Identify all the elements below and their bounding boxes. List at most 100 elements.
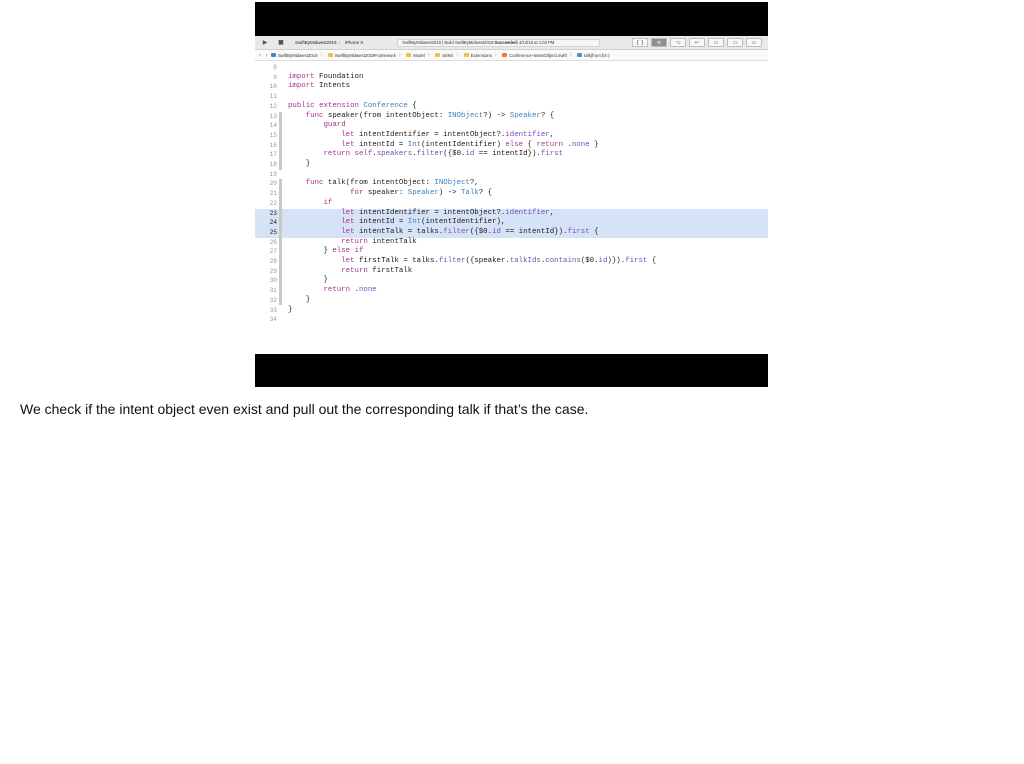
line-number: 31 xyxy=(269,287,277,295)
code-text: func speaker(from intentObject: INObject… xyxy=(305,111,555,120)
code-line[interactable]: 12 public extension Conference { xyxy=(255,102,768,112)
code-line[interactable]: 8 xyxy=(255,63,768,73)
code-line[interactable]: 19 xyxy=(255,170,768,180)
crumb-framework[interactable]: SwiftByMidwest2019Framework 〉 xyxy=(327,52,403,58)
code-line[interactable]: 31 return .none xyxy=(255,286,768,296)
code-line[interactable]: 24 let intentId = Int(intentIdentifier), xyxy=(255,218,768,228)
line-number: 33 xyxy=(269,306,277,314)
standard-editor-button[interactable]: ≡ xyxy=(651,38,667,47)
code-line[interactable]: 28 let firstTalk = talks.filter({speaker… xyxy=(255,257,768,267)
line-number: 17 xyxy=(269,151,277,159)
line-number: 26 xyxy=(269,238,277,246)
code-line[interactable]: 25 let intentTalk = talks.filter({$0.id … xyxy=(255,227,768,238)
code-text: let intentId = Int(intentIdentifier), xyxy=(341,218,506,227)
line-number: 13 xyxy=(269,112,277,120)
back-icon[interactable]: ‹ xyxy=(259,52,261,59)
code-line[interactable]: 11 xyxy=(255,92,768,102)
code-text: let intentTalk = talks.filter({$0.id == … xyxy=(341,227,599,236)
toolbar: ▶ ■ SwiftByMidwest2019 〉 iPhone X SwiftB… xyxy=(255,36,768,50)
code-text: return intentTalk xyxy=(341,237,417,246)
line-number: 30 xyxy=(269,277,277,285)
code-text: public extension Conference { xyxy=(288,101,417,110)
code-text: if xyxy=(323,198,333,207)
inspector-toggle[interactable]: ▭ xyxy=(746,38,762,47)
line-number: 16 xyxy=(269,141,277,149)
code-line[interactable]: 10 import Intents xyxy=(255,82,768,92)
slide-caption: We check if the intent object even exist… xyxy=(20,401,589,417)
line-number: 32 xyxy=(269,296,277,304)
code-line[interactable]: 20 func talk(from intentObject: INObject… xyxy=(255,179,768,189)
code-line[interactable]: 32 } xyxy=(255,296,768,306)
xcode-window: ▶ ■ SwiftByMidwest2019 〉 iPhone X SwiftB… xyxy=(255,36,768,354)
code-line[interactable]: 14 guard xyxy=(255,121,768,131)
status-result: Succeeded xyxy=(494,40,517,45)
line-number: 29 xyxy=(269,267,277,275)
version-editor-button[interactable]: ↩ xyxy=(689,38,705,47)
crumb-extensions[interactable]: Extensions 〉 xyxy=(463,52,499,58)
scheme-selector[interactable]: SwiftByMidwest2019 〉 iPhone X xyxy=(295,40,363,46)
status-text: SwiftByMidwest2019 | Build SwiftByMidwes… xyxy=(402,40,495,45)
code-text: let intentId = Int(intentIdentifier) els… xyxy=(341,140,599,149)
code-line[interactable]: 15 let intentIdentifier = intentObject?.… xyxy=(255,131,768,141)
code-line[interactable]: 22 if xyxy=(255,199,768,209)
method-icon xyxy=(577,53,583,57)
fold-ribbon[interactable] xyxy=(279,179,282,306)
debug-area-toggle[interactable]: ▭ xyxy=(727,38,743,47)
line-number: 28 xyxy=(269,258,277,265)
code-line[interactable]: 16 let intentId = Int(intentIdentifier) … xyxy=(255,141,768,151)
code-text: return .none xyxy=(323,286,377,295)
code-text: return self.speakers.filter({$0.id == in… xyxy=(323,150,564,159)
code-text: } xyxy=(288,295,311,304)
folder-icon xyxy=(406,53,412,57)
fold-ribbon[interactable] xyxy=(279,111,282,170)
crumb-project[interactable]: SwiftByMidwest2019 〉 xyxy=(270,52,325,58)
forward-icon[interactable]: › xyxy=(265,52,267,59)
code-line[interactable]: 26 return intentTalk xyxy=(255,238,768,248)
line-number: 8 xyxy=(273,64,277,71)
crumb-sirikit[interactable]: SiriKit 〉 xyxy=(435,52,461,58)
code-text: } xyxy=(288,305,293,314)
line-number: 34 xyxy=(269,316,277,324)
code-line[interactable]: 23 let intentIdentifier = intentObject?.… xyxy=(255,208,768,219)
crumb-model[interactable]: Model 〉 xyxy=(406,52,432,58)
code-line[interactable]: 29 return firstTalk xyxy=(255,267,768,277)
code-line[interactable]: 21 for speaker: Speaker) -> Talk? { xyxy=(255,189,768,199)
stop-button[interactable]: ■ xyxy=(275,38,287,47)
source-editor[interactable]: 8 9 import Foundation 10 import Intents 11 12 p… xyxy=(255,61,768,354)
code-line[interactable]: 17 return self.speakers.filter({$0.id ==… xyxy=(255,150,768,160)
line-number: 21 xyxy=(269,190,277,198)
activity-viewer: SwiftByMidwest2019 | Build SwiftByMidwes… xyxy=(397,38,601,47)
navigator-toggle[interactable]: ▭ xyxy=(708,38,724,47)
code-text: let intentIdentifier = intentObject?.ide… xyxy=(341,130,555,139)
line-number: 24 xyxy=(269,219,277,227)
swift-file-icon xyxy=(502,53,508,57)
line-number: 18 xyxy=(269,161,277,168)
code-text: let firstTalk = talks.filter({speaker.ta… xyxy=(341,257,657,265)
line-number: 22 xyxy=(269,199,277,207)
code-line[interactable]: 33} xyxy=(255,306,768,316)
scheme-name: SwiftByMidwest2019 xyxy=(295,40,337,45)
code-line[interactable]: 27 } else if xyxy=(255,247,768,257)
code-text: } xyxy=(288,276,328,285)
crumb-file[interactable]: Conference+IntentObject.swift 〉 xyxy=(502,52,574,58)
crumb-method[interactable]: talk(from:for:) xyxy=(577,53,610,58)
run-button[interactable]: ▶ xyxy=(259,38,271,47)
code-text: return firstTalk xyxy=(341,266,413,275)
code-text: guard xyxy=(323,121,346,130)
assistant-editor-button[interactable]: ⌥ xyxy=(670,38,686,47)
code-text: import Foundation xyxy=(288,72,364,81)
code-line[interactable]: 30 } xyxy=(255,276,768,286)
code-line[interactable]: 18 } xyxy=(255,160,768,170)
code-text: } else if xyxy=(288,247,364,256)
library-button[interactable]: { } xyxy=(632,38,648,47)
code-line[interactable]: 13 func speaker(from intentObject: INObj… xyxy=(255,112,768,122)
code-line[interactable]: 34 xyxy=(255,315,768,325)
code-line[interactable]: 9 import Foundation xyxy=(255,73,768,83)
line-number: 27 xyxy=(269,248,277,256)
code-text: for speaker: Speaker) -> Talk? { xyxy=(350,189,493,198)
line-number: 10 xyxy=(269,83,277,91)
toolbar-right: { } ≡ ⌥ ↩ ▭ ▭ ▭ xyxy=(632,38,762,47)
folder-icon xyxy=(327,53,333,57)
folder-icon xyxy=(463,53,469,57)
destination-name: iPhone X xyxy=(345,40,364,45)
